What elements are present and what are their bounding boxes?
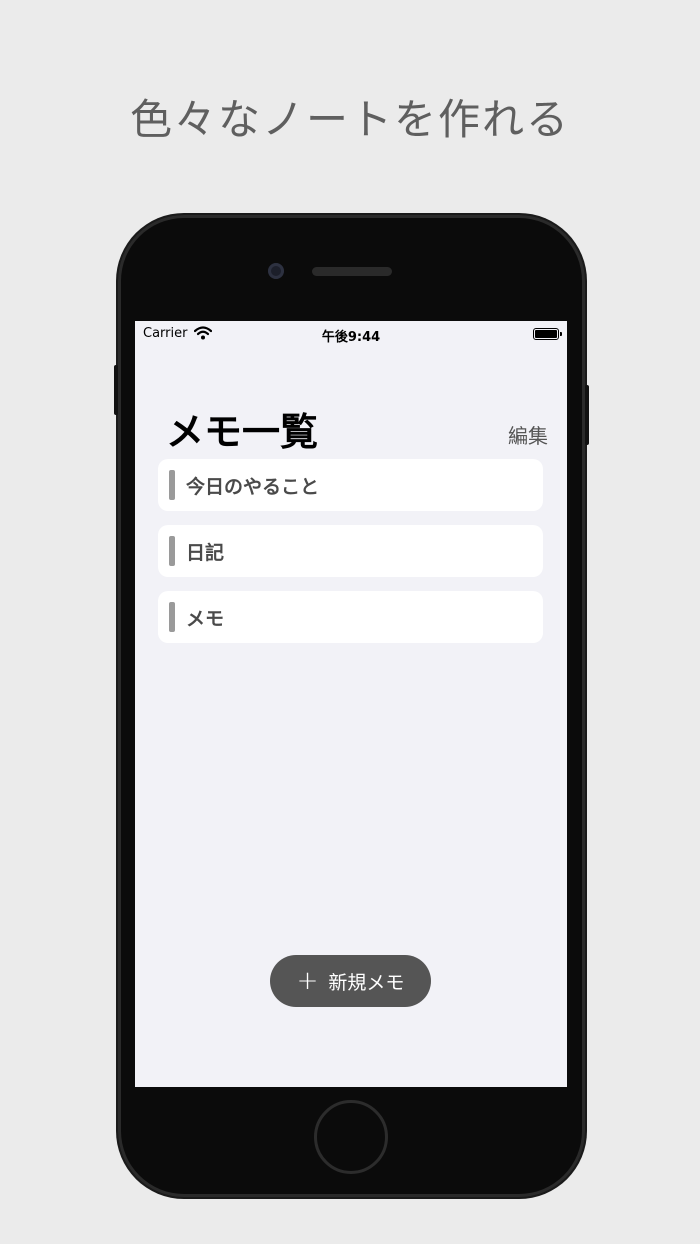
page-title: メモ一覧 [166,410,319,454]
list-item-diary[interactable]: 日記 [158,525,543,577]
battery-icon [533,328,562,340]
status-time: 午後9:44 [321,330,381,345]
note-list: 今日のやること 日記 メモ [158,459,543,657]
note-accent-bar [169,536,175,566]
front-camera-icon [268,263,284,279]
edit-button[interactable]: 編集 [508,420,548,449]
list-item-todo[interactable]: 今日のやること [158,459,543,511]
home-button[interactable] [314,1100,388,1174]
new-memo-button[interactable]: + 新規メモ [270,955,431,1007]
volume-button [114,365,118,415]
power-button [585,385,589,445]
note-accent-bar [169,602,175,632]
list-item-label: メモ [186,608,225,630]
plus-icon: + [296,966,319,996]
list-item-memo[interactable]: メモ [158,591,543,643]
list-item-label: 日記 [186,542,225,564]
new-memo-label: 新規メモ [328,971,405,994]
note-accent-bar [169,470,175,500]
promo-headline: 色々なノートを作れる [129,95,570,144]
app-screen: Carrier 午後9:44 メモ一覧 編集 今日のやること 日記 メモ + 新… [135,321,567,1087]
speaker-grille [312,267,392,276]
status-bar: Carrier 午後9:44 [135,321,567,345]
list-item-label: 今日のやること [186,476,320,498]
phone-frame: Carrier 午後9:44 メモ一覧 編集 今日のやること 日記 メモ + 新… [114,215,589,1197]
